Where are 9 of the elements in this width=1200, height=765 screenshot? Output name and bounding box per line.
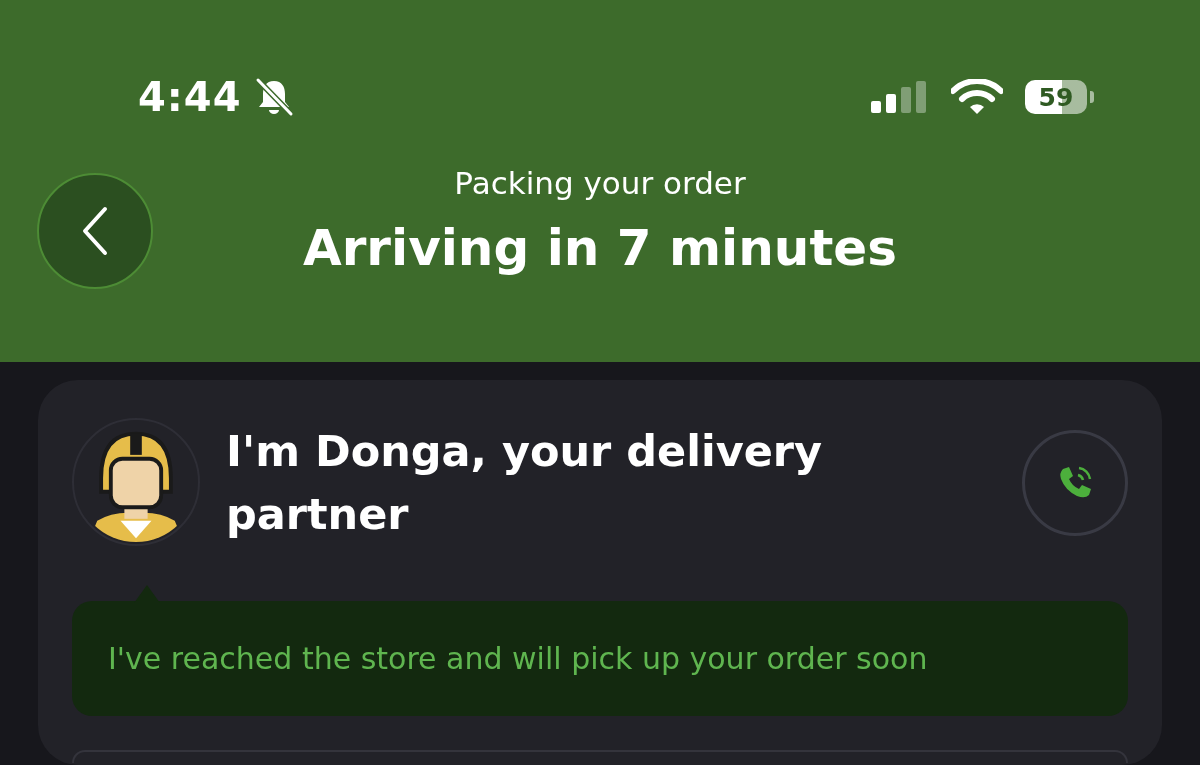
order-status: Packing your order xyxy=(454,165,746,201)
wifi-icon xyxy=(951,79,1003,115)
status-time: 4:44 xyxy=(138,74,242,120)
signal-icon xyxy=(871,81,929,113)
call-button[interactable] xyxy=(1022,430,1128,536)
back-icon xyxy=(81,206,109,256)
arrival-time: Arriving in 7 minutes xyxy=(303,219,897,277)
partner-title: I'm Donga, your delivery partner xyxy=(226,425,824,541)
partner-message: I've reached the store and will pick up your order soon xyxy=(108,641,928,676)
